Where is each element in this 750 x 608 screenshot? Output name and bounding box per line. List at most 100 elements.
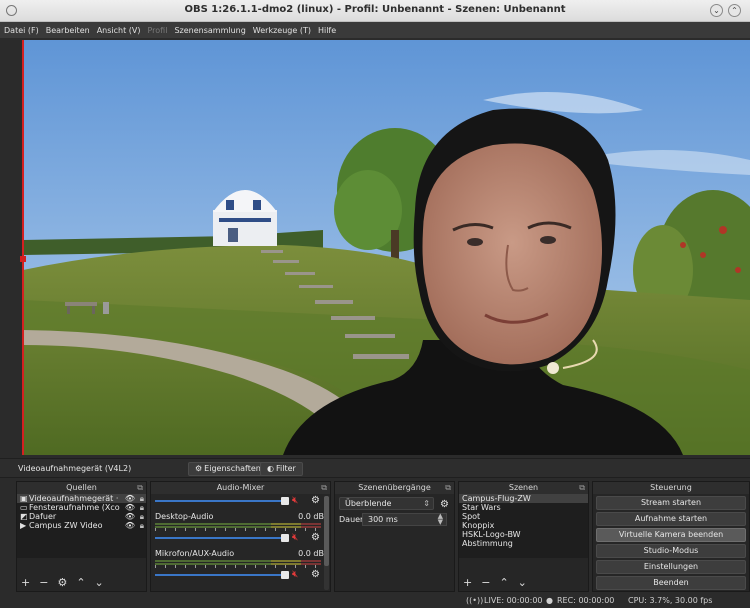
move-up-icon[interactable]: ⌃ — [499, 576, 508, 589]
stop-virtual-camera-button[interactable]: Virtuelle Kamera beenden — [596, 528, 746, 542]
scene-item[interactable]: Star Wars — [459, 503, 588, 512]
scene-item[interactable]: Campus-Flug-ZW — [459, 494, 588, 503]
volume-knob[interactable] — [281, 571, 289, 579]
duration-value: 300 ms — [368, 515, 398, 524]
filter-button[interactable]: ◐ Filter — [260, 462, 303, 476]
mixer-channel: Desktop-Audio 0.0 dB — [155, 512, 326, 522]
sources-list: ▣Videoaufnahmegerät · 👁 🔒︎ ▭Fensteraufnah… — [17, 494, 146, 558]
scene-item[interactable]: Knoppix — [459, 521, 588, 530]
controls-dock: Steuerung Stream starten Aufnahme starte… — [592, 481, 750, 592]
chevron-updown-icon: ⇕ — [423, 499, 430, 508]
title-bar: OBS 1:26.1.1-dmo2 (linux) - Profil: Unbe… — [0, 0, 750, 22]
volume-knob[interactable] — [281, 534, 289, 542]
menu-profile[interactable]: Profil — [147, 26, 167, 35]
move-down-icon[interactable]: ⌄ — [95, 576, 104, 589]
undock-icon[interactable]: ⧉ — [445, 482, 451, 494]
remove-scene-icon[interactable]: − — [481, 576, 490, 589]
volume-slider[interactable]: 🔇︎ ⚙ — [155, 495, 326, 506]
move-up-icon[interactable]: ⌃ — [76, 576, 85, 589]
duration-row: Dauer 300 ms ▲ ▼ — [335, 513, 454, 527]
muted-speaker-icon[interactable]: 🔇︎ — [292, 569, 298, 580]
source-item[interactable]: ◩Dafuer 👁 🔒︎ — [17, 512, 146, 521]
scenes-list: Campus-Flug-ZW Star Wars Spot Knoppix HS… — [459, 494, 588, 558]
eye-icon[interactable]: 👁 — [125, 503, 135, 512]
undock-icon[interactable]: ⧉ — [579, 482, 585, 494]
add-scene-icon[interactable]: + — [463, 576, 472, 589]
live-icon: ((•)) — [466, 596, 484, 605]
gear-icon[interactable]: ⚙ — [311, 495, 320, 506]
status-bar: ((•)) LIVE: 00:00:00 ● REC: 00:00:00 CPU… — [0, 594, 750, 608]
undock-icon[interactable]: ⧉ — [137, 482, 143, 494]
duration-label: Dauer — [339, 515, 364, 524]
menu-tools[interactable]: Werkzeuge (T) — [253, 26, 311, 35]
window-title: OBS 1:26.1.1-dmo2 (linux) - Profil: Unbe… — [184, 4, 566, 15]
add-source-icon[interactable]: + — [21, 576, 30, 589]
source-item[interactable]: ▣Videoaufnahmegerät · 👁 🔒︎ — [17, 494, 146, 503]
mixer-title: Audio-Mixer — [216, 483, 265, 492]
mixer-scrollbar[interactable] — [324, 496, 329, 590]
spinner-icon[interactable]: ▲ ▼ — [438, 513, 443, 526]
volume-slider[interactable]: 🔇︎ ⚙ — [155, 569, 326, 580]
filter-label: Filter — [275, 464, 296, 473]
audio-mixer-dock: Audio-Mixer ⧉ 🔇︎ ⚙ Desktop-Audio 0.0 dB … — [150, 481, 331, 592]
lock-icon[interactable]: 🔒︎ — [140, 512, 144, 521]
eye-icon[interactable]: 👁 — [125, 494, 135, 503]
transition-selected: Überblende — [345, 499, 392, 508]
transitions-dock: Szenenübergänge ⧉ Überblende ⇕ ⚙ Dauer 3… — [334, 481, 455, 592]
preview-scene — [23, 40, 750, 455]
source-settings-icon[interactable]: ⚙ — [57, 576, 67, 589]
mixer-header: Audio-Mixer ⧉ — [151, 482, 330, 494]
source-resize-handle[interactable] — [20, 256, 26, 262]
scene-item[interactable]: HSKL-Logo-BW — [459, 530, 588, 539]
source-item[interactable]: ▶ Campus ZW Video 👁 🔒︎ — [17, 521, 146, 530]
undock-icon[interactable]: ⧉ — [321, 482, 327, 494]
exit-button[interactable]: Beenden — [596, 576, 746, 590]
scenes-dock: Szenen ⧉ Campus-Flug-ZW Star Wars Spot K… — [458, 481, 589, 592]
maximize-icon[interactable]: ⌃ — [728, 4, 741, 17]
scene-item[interactable]: Spot — [459, 512, 588, 521]
gear-icon[interactable]: ⚙ — [311, 532, 320, 543]
volume-slider[interactable]: 🔇︎ ⚙ — [155, 532, 326, 543]
move-down-icon[interactable]: ⌄ — [518, 576, 527, 589]
scene-item[interactable]: Abstimmung — [459, 539, 588, 548]
menu-file[interactable]: Datei (F) — [4, 26, 39, 35]
eye-icon[interactable]: 👁 — [125, 512, 135, 521]
gear-icon[interactable]: ⚙ — [311, 569, 320, 580]
start-recording-button[interactable]: Aufnahme starten — [596, 512, 746, 526]
menu-scene-collection[interactable]: Szenensammlung — [174, 26, 245, 35]
minimize-icon[interactable]: ⌄ — [710, 4, 723, 17]
volume-knob[interactable] — [281, 497, 289, 505]
channel-db: 0.0 dB — [298, 549, 324, 558]
source-toolbar: Videoaufnahmegerät (V4L2) ⚙ Eigenschaften… — [0, 458, 750, 478]
settings-button[interactable]: Einstellungen — [596, 560, 746, 574]
lock-icon[interactable]: 🔒︎ — [140, 494, 144, 503]
live-status: LIVE: 00:00:00 — [484, 596, 543, 605]
muted-speaker-icon[interactable]: 🔇︎ — [292, 532, 298, 543]
muted-speaker-icon[interactable]: 🔇︎ — [292, 495, 298, 506]
studio-mode-button[interactable]: Studio-Modus — [596, 544, 746, 558]
menu-edit[interactable]: Bearbeiten — [46, 26, 90, 35]
mixer-channel: Mikrofon/AUX-Audio 0.0 dB — [155, 549, 326, 559]
lock-icon[interactable]: 🔒︎ — [140, 521, 144, 530]
sources-dock: Quellen ⧉ ▣Videoaufnahmegerät · 👁 🔒︎ ▭Fen… — [16, 481, 147, 592]
menu-help[interactable]: Hilfe — [318, 26, 336, 35]
preview-canvas[interactable] — [23, 40, 750, 455]
source-label: Fensteraufnahme (Xco — [29, 503, 120, 512]
properties-button[interactable]: ⚙ Eigenschaften — [188, 462, 268, 476]
source-selection-edge — [22, 40, 24, 455]
source-label: Dafuer — [29, 512, 57, 521]
transition-select[interactable]: Überblende ⇕ — [339, 497, 434, 510]
rec-dot-icon: ● — [546, 596, 553, 605]
menu-view[interactable]: Ansicht (V) — [97, 26, 141, 35]
start-stream-button[interactable]: Stream starten — [596, 496, 746, 510]
remove-source-icon[interactable]: − — [39, 576, 48, 589]
eye-icon[interactable]: 👁 — [125, 521, 135, 530]
lock-icon[interactable]: 🔒︎ — [140, 503, 144, 512]
gear-icon: ⚙ — [195, 464, 203, 473]
scenes-header: Szenen ⧉ — [459, 482, 588, 494]
source-item[interactable]: ▭Fensteraufnahme (Xco 👁 🔒︎ — [17, 503, 146, 512]
duration-input[interactable]: 300 ms ▲ ▼ — [362, 513, 447, 526]
scenes-title: Szenen — [508, 483, 539, 492]
gear-icon[interactable]: ⚙ — [440, 499, 449, 510]
selected-source-name: Videoaufnahmegerät (V4L2) — [18, 464, 132, 473]
